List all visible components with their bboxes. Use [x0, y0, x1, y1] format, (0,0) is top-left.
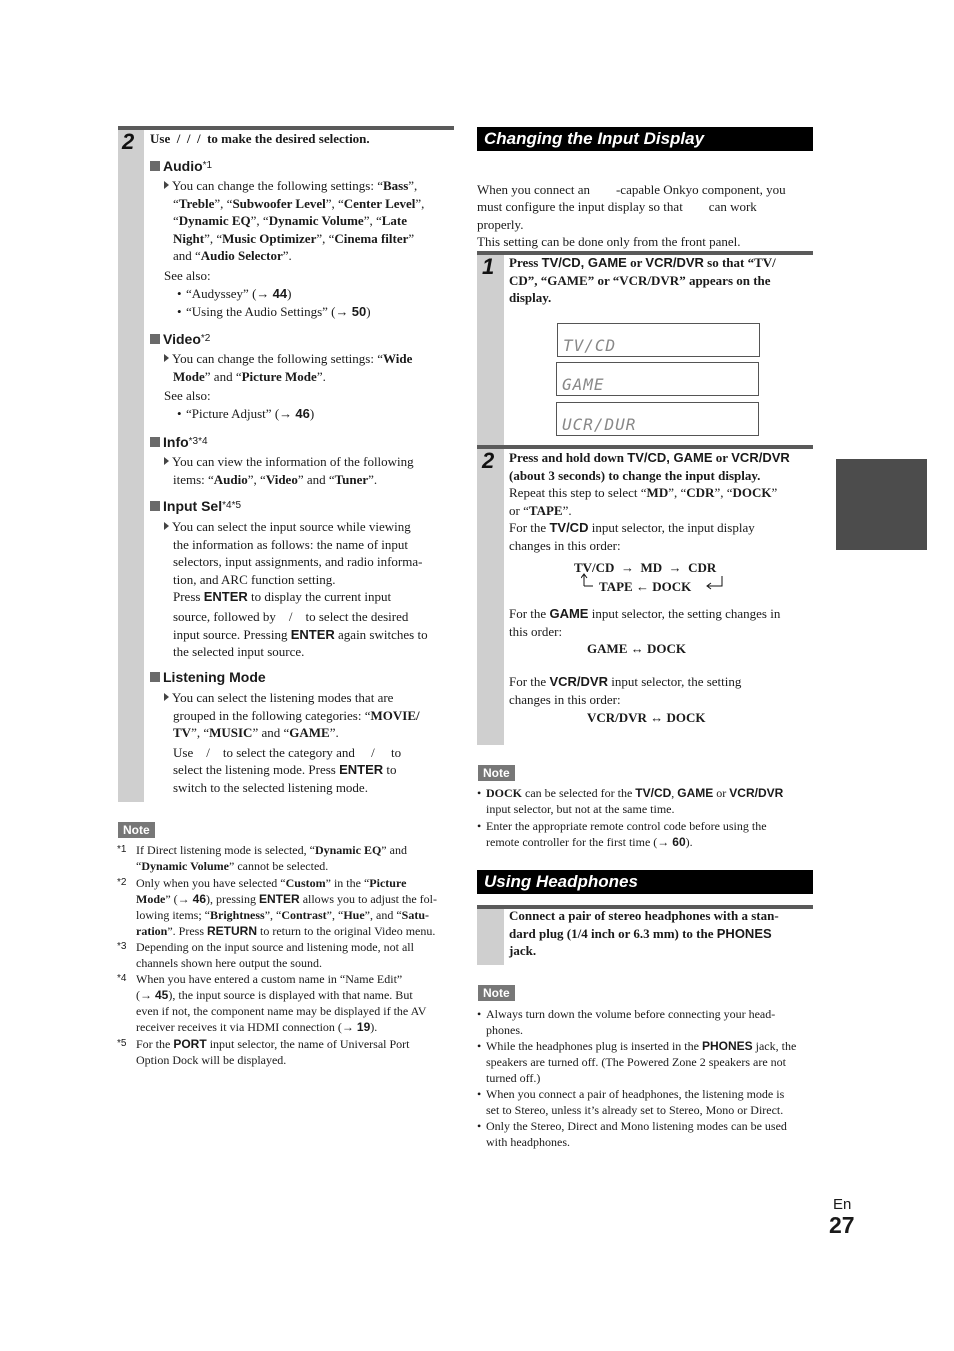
step1-bar	[477, 255, 504, 445]
video-heading: Video*2	[150, 330, 210, 349]
note-badge-left: Note	[118, 822, 155, 838]
triangle-bullet-icon	[164, 522, 169, 530]
tvcd-flow-line1: TV/CD → MD → CDR	[574, 560, 717, 575]
headphones-step-bar	[477, 909, 504, 965]
footnote-1: *1 If Direct listening mode is selected,…	[117, 843, 407, 873]
triangle-bullet-icon	[164, 354, 169, 362]
note-badge-input-display: Note	[478, 765, 515, 781]
note-headphones-bullet-2: While the headphones plug is inserted in…	[477, 1038, 816, 1086]
lcd-display-game: GAME	[556, 362, 759, 396]
audio-ref-audio-settings[interactable]: “Using the Audio Settings” (→ 50)	[177, 303, 371, 320]
note-headphones-bullet-4: Only the Stereo, Direct and Mono listeni…	[477, 1118, 816, 1150]
info-heading: Info*3*4	[150, 433, 208, 452]
step-instruction: Use / / / to make the desired selection.	[150, 131, 370, 146]
step1-instruction: Press TV/CD, GAME or VCR/DVR so that “TV…	[509, 255, 776, 306]
square-bullet-icon	[150, 334, 160, 344]
audio-description: You can change the following settings: “…	[164, 177, 459, 265]
step2-instruction: Press and hold down TV/CD, GAME or VCR/D…	[509, 450, 790, 553]
square-bullet-icon	[150, 501, 160, 511]
square-bullet-icon	[150, 437, 160, 447]
footnote-3: *3 Depending on the input source and lis…	[117, 940, 414, 970]
step1-number: 1	[482, 254, 495, 279]
game-order-text: For the GAME input selector, the setting…	[509, 606, 781, 639]
tvcd-flow-corner-arrow-icon	[706, 576, 724, 590]
page-number: 27	[829, 1212, 855, 1238]
video-description: You can change the following settings: “…	[164, 350, 459, 385]
note-headphones-bullet-3: When you connect a pair of headphones, t…	[477, 1086, 816, 1118]
game-flow: GAME ↔ DOCK	[587, 641, 686, 656]
square-bullet-icon	[150, 161, 160, 171]
chapter-tab-marker	[836, 459, 927, 550]
section-title-using-headphones: Using Headphones	[477, 870, 813, 894]
info-description: You can view the information of the foll…	[164, 453, 459, 488]
note-input-display-bullet-1: DOCK can be selected for the TV/CD, GAME…	[477, 785, 816, 817]
step2-number: 2	[482, 448, 495, 473]
step2-bar	[477, 449, 504, 745]
video-see-also: See also:	[164, 388, 211, 403]
headphones-instruction: Connect a pair of stereo headphones with…	[509, 908, 779, 959]
triangle-bullet-icon	[164, 693, 169, 701]
video-ref-picture-adjust[interactable]: “Picture Adjust” (→ 46)	[177, 405, 314, 422]
square-bullet-icon	[150, 672, 160, 682]
tvcd-flow-return-arrow-icon	[580, 573, 593, 587]
triangle-bullet-icon	[164, 181, 169, 189]
audio-see-also: See also:	[164, 268, 211, 283]
lcd-display-vcrdvr: UCR/DUR	[556, 402, 759, 436]
listening-mode-heading: Listening Mode	[150, 669, 266, 687]
note-headphones-bullet-1: Always turn down the volume before conne…	[477, 1006, 816, 1038]
section-title-changing-input-display: Changing the Input Display	[477, 127, 813, 151]
input-sel-heading: Input Sel*4*5	[150, 497, 241, 516]
intro-paragraph: When you connect an -capable Onkyo compo…	[477, 181, 786, 250]
triangle-bullet-icon	[164, 457, 169, 465]
footnote-2: *2 Only when you have selected “Custom” …	[117, 876, 438, 938]
footnote-5: *5 For the PORT input selector, the name…	[117, 1037, 410, 1067]
audio-heading: Audio*1	[150, 157, 212, 176]
vcr-flow: VCR/DVR ↔ DOCK	[587, 710, 706, 725]
footnote-4: *4 When you have entered a custom name i…	[117, 972, 427, 1034]
input-sel-description: You can select the input source while vi…	[164, 518, 459, 661]
audio-ref-audyssey[interactable]: “Audyssey” (→ 44)	[177, 285, 292, 302]
listening-mode-description: You can select the listening modes that …	[164, 689, 459, 797]
left-step-bar	[118, 130, 144, 802]
vcr-order-text: For the VCR/DVR input selector, the sett…	[509, 674, 742, 707]
note-input-display-bullet-2: Enter the appropriate remote control cod…	[477, 818, 816, 850]
step-number: 2	[122, 129, 135, 154]
lcd-display-tvcd: TV/CD	[557, 323, 760, 357]
note-badge-headphones: Note	[478, 985, 515, 1001]
tvcd-flow-line2: TAPE ← DOCK	[599, 579, 692, 594]
